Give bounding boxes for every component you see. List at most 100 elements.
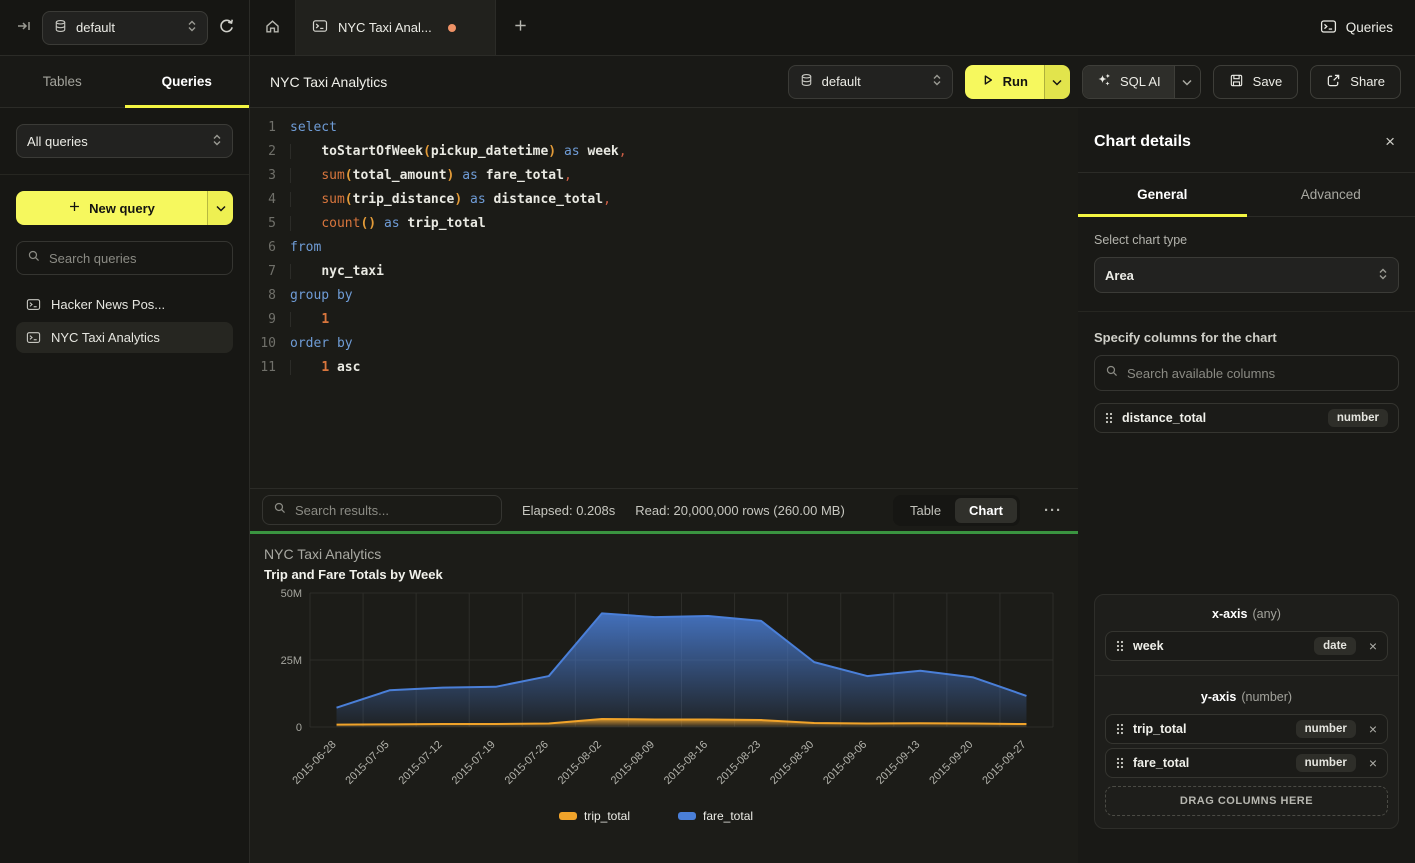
chart-title: NYC Taxi Analytics [264,546,381,562]
x-tick-label: 2015-07-26 [503,739,551,787]
remove-column-icon[interactable]: × [1365,755,1377,771]
new-query-button[interactable]: New query [16,191,207,225]
drag-handle-icon[interactable] [1105,412,1113,424]
database-icon [799,72,814,91]
refresh-button[interactable] [218,18,235,38]
new-query-button-label: New query [89,201,155,216]
sparkles-icon [1096,72,1112,91]
table-view-button[interactable]: Table [896,498,955,523]
results-toolbar: Elapsed: 0.208s Read: 20,000,000 rows (2… [250,488,1078,531]
columns-search-input[interactable] [1127,366,1388,381]
x-tick-label: 2015-09-06 [821,739,869,787]
tab-queries[interactable]: Queries [125,56,250,107]
x-tick-label: 2015-09-13 [874,739,922,787]
code-line: 10order by [250,332,1078,356]
chart-type-selector[interactable]: Area [1094,257,1399,293]
query-filter-selector[interactable]: All queries [16,124,233,158]
y-tick-label: 0 [296,722,302,734]
column-chip[interactable]: fare_totalnumber× [1105,748,1388,778]
legend-swatch-fare_total[interactable] [678,812,696,820]
chart-type-label: Select chart type [1094,233,1399,247]
chevron-updown-icon [1378,267,1388,284]
terminal-icon [26,330,41,345]
column-chip[interactable]: weekdate× [1105,631,1388,661]
line-number: 5 [250,212,276,236]
search-icon [1105,364,1119,383]
chevron-down-icon [1052,73,1062,91]
more-options-icon[interactable]: ··· [1040,502,1066,519]
column-chip[interactable]: distance_totalnumber [1094,403,1399,433]
code-line: 5 count() as trip_total [250,212,1078,236]
terminal-icon [26,297,41,312]
close-icon[interactable]: × [1385,133,1395,150]
results-search-input[interactable] [295,503,491,518]
chevron-updown-icon [187,19,197,36]
line-number: 10 [250,332,276,356]
terminal-icon [312,18,328,37]
available-columns-list: distance_totalnumber [1094,403,1399,433]
run-options-button[interactable] [1044,65,1070,99]
collapse-sidebar-button[interactable] [16,18,32,37]
tab-nyc-taxi-analytics[interactable]: NYC Taxi Anal... [296,0,496,55]
query-search-input[interactable] [49,251,222,266]
legend-swatch-trip_total[interactable] [559,812,577,820]
share-button[interactable]: Share [1310,65,1401,99]
share-button-label: Share [1350,74,1385,89]
remove-column-icon[interactable]: × [1365,638,1377,654]
line-number: 8 [250,284,276,308]
column-name: week [1133,639,1305,653]
header-controls: default Run SQL AI [788,65,1401,99]
home-icon [264,18,281,38]
drop-zone[interactable]: DRAG COLUMNS HERE [1105,786,1388,816]
chart-view-button[interactable]: Chart [955,498,1017,523]
line-number: 6 [250,236,276,260]
results-view-toggle: Table Chart [893,495,1020,526]
new-query-options-button[interactable] [207,191,233,225]
drag-handle-icon[interactable] [1116,723,1124,735]
tab-advanced[interactable]: Advanced [1247,173,1415,216]
sql-ai-options-button[interactable] [1174,66,1200,98]
line-number: 11 [250,356,276,380]
x-tick-label: 2015-07-19 [450,739,498,787]
code-line: 9 1 [250,308,1078,332]
chevron-down-icon [216,199,226,217]
y-axis-hint: (number) [1241,690,1292,704]
database-selector[interactable]: default [42,11,208,45]
legend-label[interactable]: trip_total [584,809,630,823]
plus-icon [513,17,528,39]
drag-handle-icon[interactable] [1116,640,1124,652]
code-line: 11 1 asc [250,356,1078,380]
chart-subtitle: Trip and Fare Totals by Week [264,567,443,582]
unsaved-changes-dot [448,24,456,32]
tab-tables[interactable]: Tables [0,56,125,107]
column-chip[interactable]: trip_totalnumber× [1105,714,1388,744]
save-button[interactable]: Save [1213,65,1299,99]
sql-ai-button[interactable]: SQL AI [1083,66,1174,98]
column-type-badge: number [1296,754,1356,772]
drag-handle-icon[interactable] [1116,757,1124,769]
query-list-item[interactable]: NYC Taxi Analytics [16,322,233,353]
query-list-item[interactable]: Hacker News Pos... [16,289,233,320]
legend-label[interactable]: fare_total [703,809,753,823]
database-selector[interactable]: default [788,65,953,99]
new-tab-button[interactable] [496,0,544,55]
x-tick-label: 2015-08-16 [662,739,710,787]
remove-column-icon[interactable]: × [1365,721,1377,737]
queries-button[interactable]: Queries [1320,18,1393,38]
sql-editor[interactable]: 1select2 toStartOfWeek(pickup_datetime) … [250,108,1078,488]
x-tick-label: 2015-08-30 [768,739,816,787]
tab-general[interactable]: General [1078,173,1247,216]
y-tick-label: 50M [281,588,302,600]
x-tick-label: 2015-08-23 [715,739,763,787]
plus-icon [68,200,81,216]
chart-details-tabs: General Advanced [1078,173,1415,217]
x-tick-label: 2015-08-02 [556,739,604,787]
results-search [262,495,502,525]
home-tab-button[interactable] [250,0,296,55]
database-selector-value: default [822,74,924,89]
columns-search [1094,355,1399,391]
sql-ai-button-group: SQL AI [1082,65,1201,99]
elapsed-stat: Elapsed: 0.208s [522,503,615,518]
run-button[interactable]: Run [965,65,1044,99]
chevron-updown-icon [212,133,222,150]
